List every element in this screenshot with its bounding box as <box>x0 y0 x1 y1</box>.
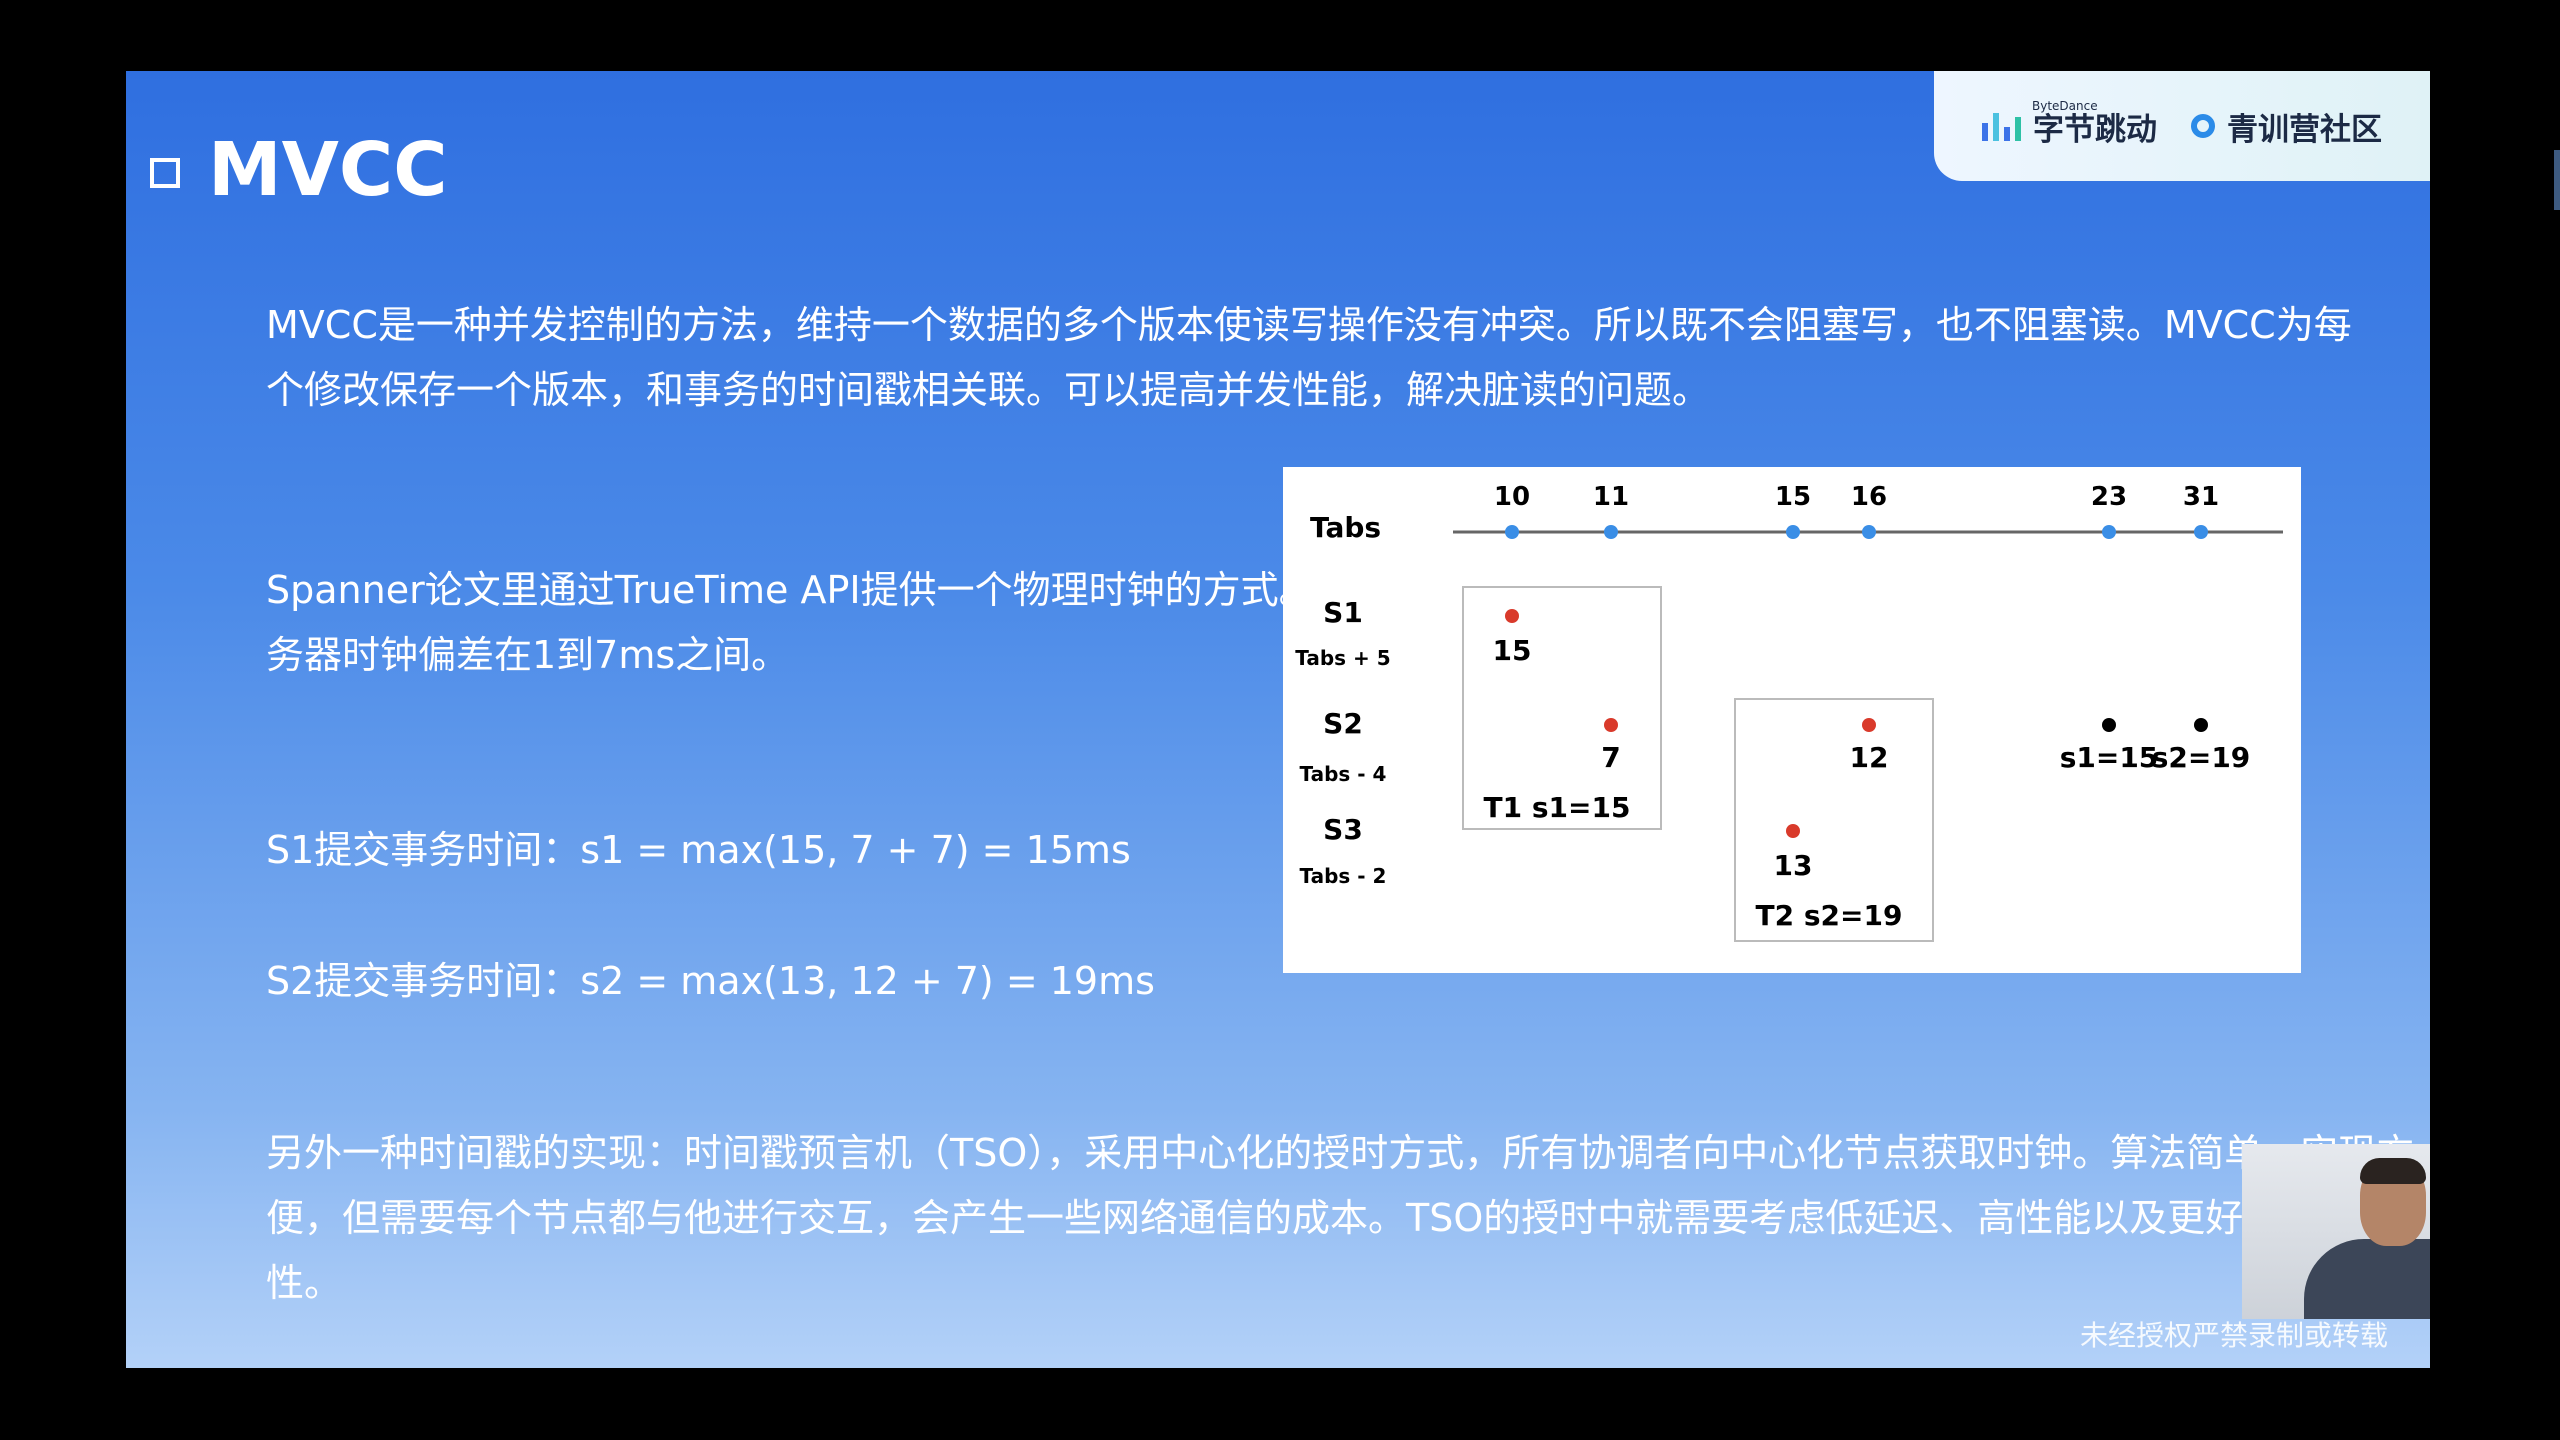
slide: 字节跳动 ByteDance 青训营社区 MVCC MVCC是一种并发控制的方法… <box>126 71 2430 1368</box>
scrollbar-thumb[interactable] <box>2554 150 2560 210</box>
point-label: 15 <box>1493 634 1532 667</box>
spanner-description: Spanner论文里通过TrueTime API提供一个物理时钟的方式。服务器时… <box>266 568 1355 677</box>
tick-dot <box>2102 525 2116 539</box>
commit-label-s1: s1=15 <box>2060 741 2159 774</box>
row-sub-s2: Tabs - 4 <box>1300 762 1387 786</box>
tick-label: 10 <box>1494 482 1530 512</box>
commit-point-s1 <box>2102 718 2116 732</box>
community-logo: 青训营社区 <box>2191 104 2382 149</box>
tick-dot <box>1786 525 1800 539</box>
point-s3-13 <box>1786 824 1800 838</box>
tick-label: 23 <box>2091 482 2127 512</box>
truetime-diagram: Tabs 10 11 15 16 23 31 S1 Tabs + 5 S2 Ta… <box>1283 467 2301 973</box>
formula-s2: S2提交事务时间：s2 = max(13, 12 + 7) = 19ms <box>266 959 1155 1003</box>
presenter-webcam <box>2242 1144 2430 1319</box>
row-sub-s1: Tabs + 5 <box>1295 646 1390 670</box>
tso-description: 另外一种时间戳的实现：时间戳预言机（TSO），采用中心化的授时方式，所有协调者向… <box>266 1131 2415 1305</box>
mvcc-description: MVCC是一种并发控制的方法，维持一个数据的多个版本使读写操作没有冲突。所以既不… <box>266 303 2352 412</box>
tick-label: 11 <box>1593 482 1629 512</box>
community-label: 青训营社区 <box>2227 111 2382 148</box>
tick-dot <box>2194 525 2208 539</box>
row-label-s2: S2 <box>1323 707 1363 740</box>
row-sub-s3: Tabs - 2 <box>1300 864 1387 888</box>
t1-label: T1 s1=15 <box>1484 791 1631 824</box>
point-label: 13 <box>1774 849 1813 882</box>
formula-s1: S1提交事务时间：s1 = max(15, 7 + 7) = 15ms <box>266 828 1131 872</box>
commit-point-s2 <box>2194 718 2208 732</box>
copyright-watermark: 未经授权严禁录制或转载 <box>2079 1319 2388 1352</box>
timeline-ticks: 10 11 15 16 23 31 <box>1494 482 2219 539</box>
point-label: 12 <box>1850 741 1889 774</box>
presenter-body <box>2304 1239 2430 1319</box>
tick-label: 16 <box>1851 482 1887 512</box>
tick-dot <box>1862 525 1876 539</box>
row-label-s3: S3 <box>1323 813 1363 846</box>
row-label-s1: S1 <box>1323 596 1363 629</box>
axis-label: Tabs <box>1310 511 1381 544</box>
diagram-svg: Tabs 10 11 15 16 23 31 S1 Tabs + 5 S2 Ta… <box>1295 482 2283 942</box>
tick-dot <box>1505 525 1519 539</box>
t2-label: T2 s2=19 <box>1756 899 1903 932</box>
point-s1-15 <box>1505 609 1519 623</box>
tick-label: 31 <box>2183 482 2219 512</box>
slide-title: MVCC <box>208 127 448 213</box>
title-checkbox-icon <box>150 158 180 188</box>
commit-label-s2: s2=19 <box>2152 741 2251 774</box>
point-label: 7 <box>1601 741 1620 774</box>
point-s2-12 <box>1862 718 1876 732</box>
tick-label: 15 <box>1775 482 1811 512</box>
presenter-hair <box>2360 1158 2426 1184</box>
point-s2-7 <box>1604 718 1618 732</box>
bytedance-small-label: ByteDance <box>2032 99 2098 113</box>
tick-dot <box>1604 525 1618 539</box>
brand-banner: 字节跳动 ByteDance 青训营社区 <box>1934 71 2430 181</box>
community-ring-icon <box>2191 114 2215 138</box>
bytedance-bars-icon <box>1982 111 2021 141</box>
